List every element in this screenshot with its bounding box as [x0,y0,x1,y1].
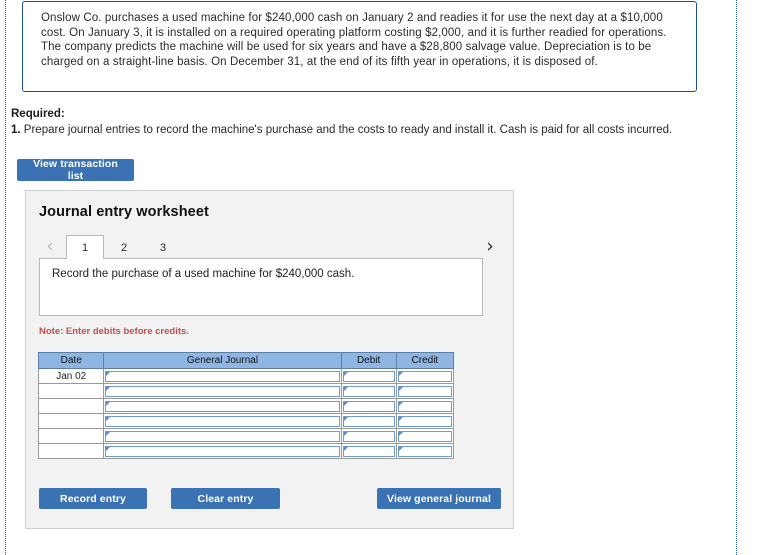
journal-debit-input[interactable] [342,445,395,457]
page-boundary-guide-left [5,0,6,555]
journal-debit-input-cell [340,383,397,399]
journal-debit-input-cell [340,443,397,459]
journal-table-row [37,413,455,429]
page-boundary-guide-right [736,0,737,555]
journal-account-input-cell [103,443,342,459]
journal-table-row [37,398,455,414]
journal-account-input-cell [103,383,342,399]
journal-debit-input[interactable] [342,430,395,442]
journal-account-input[interactable] [105,370,340,382]
journal-credit-input[interactable] [397,385,452,397]
journal-account-input[interactable] [105,400,340,412]
question-text: Onslow Co. purchases a used machine for … [41,12,667,68]
journal-credit-input-cell [395,413,455,429]
page-root: Onslow Co. purchases a used machine for … [0,0,784,555]
journal-date-cell[interactable]: Jan 02 [37,368,105,384]
journal-account-input-cell [103,368,342,384]
journal-date-cell[interactable] [37,398,105,414]
journal-table-row: Jan 02 [37,368,455,384]
journal-table-body: Jan 02 [37,368,455,459]
question-box: Onslow Co. purchases a used machine for … [22,1,697,92]
worksheet-tabs-row: ‹ 123 › [39,234,501,260]
journal-debit-input[interactable] [342,415,395,427]
journal-account-input-cell [103,428,342,444]
chevron-left-icon[interactable]: ‹ [39,234,61,258]
journal-account-input[interactable] [105,445,340,457]
worksheet-tab-2[interactable]: 2 [105,235,143,259]
worksheet-tab-1[interactable]: 1 [66,235,104,260]
journal-table-row [37,428,455,444]
journal-date-cell[interactable] [37,428,105,444]
transaction-description-text: Record the purchase of a used machine fo… [52,268,355,280]
record-entry-button[interactable]: Record entry [39,488,147,509]
journal-account-input[interactable] [105,385,340,397]
chevron-right-icon[interactable]: › [479,234,501,258]
view-transaction-list-button[interactable]: View transaction list [17,158,134,182]
required-item-text: Prepare journal entries to record the ma… [23,124,673,136]
column-header-credit: Credit [395,352,455,369]
journal-account-input[interactable] [105,430,340,442]
journal-date-cell[interactable] [37,443,105,459]
transaction-description-panel: Record the purchase of a used machine fo… [39,258,483,316]
journal-entry-table: Date General Journal Debit Credit Jan 02 [37,352,455,459]
journal-debit-input[interactable] [342,370,395,382]
journal-debit-input-cell [340,413,397,429]
debits-before-credits-note: Note: Enter debits before credits. [39,326,189,337]
journal-credit-input-cell [395,428,455,444]
journal-credit-input-cell [395,443,455,459]
view-general-journal-button[interactable]: View general journal [377,488,501,509]
journal-debit-input-cell [340,398,397,414]
journal-debit-input-cell [340,428,397,444]
journal-table-header-row: Date General Journal Debit Credit [37,352,455,369]
journal-entry-worksheet-card: Journal entry worksheet ‹ 123 › Record t… [25,190,514,529]
journal-account-input-cell [103,413,342,429]
required-label: Required: [11,108,65,120]
clear-entry-button[interactable]: Clear entry [171,488,280,509]
journal-date-cell[interactable] [37,383,105,399]
journal-credit-input[interactable] [397,445,452,457]
journal-credit-input-cell [395,368,455,384]
journal-credit-input[interactable] [397,370,452,382]
required-item-1: 1. Prepare journal entries to record the… [11,122,721,138]
journal-account-input-cell [103,398,342,414]
journal-debit-input-cell [340,368,397,384]
required-item-number: 1. [11,124,21,136]
column-header-date: Date [37,352,105,369]
journal-debit-input[interactable] [342,385,395,397]
journal-credit-input[interactable] [397,400,452,412]
journal-table-row [37,383,455,399]
journal-credit-input-cell [395,398,455,414]
column-header-general-journal: General Journal [103,352,342,369]
worksheet-tab-list: 123 [66,235,183,260]
journal-credit-input-cell [395,383,455,399]
journal-table-row [37,443,455,459]
worksheet-tab-3[interactable]: 3 [144,235,182,259]
journal-account-input[interactable] [105,415,340,427]
column-header-debit: Debit [340,352,397,369]
journal-credit-input[interactable] [397,415,452,427]
required-block: Required: 1. Prepare journal entries to … [11,107,721,138]
worksheet-title: Journal entry worksheet [39,204,209,220]
journal-credit-input[interactable] [397,430,452,442]
journal-date-cell[interactable] [37,413,105,429]
journal-debit-input[interactable] [342,400,395,412]
